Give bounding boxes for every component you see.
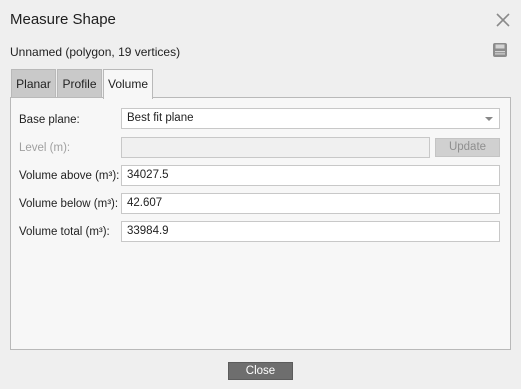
volume-below-label: Volume below (m³): xyxy=(19,198,119,210)
base-plane-value: Best fit plane xyxy=(127,112,194,124)
volume-above-label: Volume above (m³): xyxy=(19,170,120,182)
dialog-title: Measure Shape xyxy=(10,11,116,28)
close-button[interactable]: Close xyxy=(228,362,293,380)
tab-profile[interactable]: Profile xyxy=(57,69,102,97)
volume-total-field[interactable]: 33984.9 xyxy=(121,221,500,242)
base-plane-label: Base plane: xyxy=(19,114,80,126)
tab-volume[interactable]: Volume xyxy=(103,69,153,99)
chevron-down-icon xyxy=(485,117,493,121)
level-label: Level (m): xyxy=(19,142,71,154)
close-icon[interactable] xyxy=(494,11,512,29)
volume-above-field[interactable]: 34027.5 xyxy=(121,165,500,186)
measure-shape-dialog: Measure Shape Unnamed (polygon, 19 verti… xyxy=(0,0,521,389)
base-plane-select[interactable]: Best fit plane xyxy=(121,108,500,129)
update-button[interactable]: Update xyxy=(435,138,500,157)
level-input[interactable] xyxy=(121,137,430,158)
volume-below-field[interactable]: 42.607 xyxy=(121,193,500,214)
save-icon[interactable] xyxy=(492,42,508,58)
volume-total-label: Volume total (m³): xyxy=(19,226,110,238)
shape-description: Unnamed (polygon, 19 vertices) xyxy=(10,45,181,59)
tab-planar[interactable]: Planar xyxy=(11,69,56,97)
